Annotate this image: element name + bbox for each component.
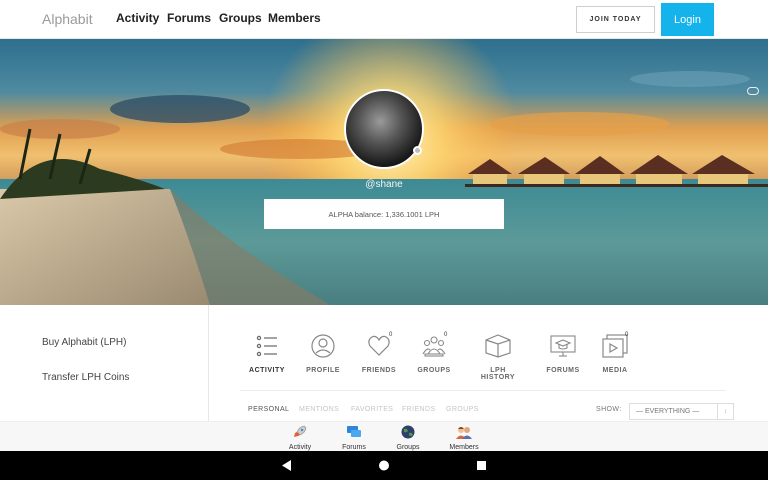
tab-label: PROFILE xyxy=(306,367,340,374)
tab-activity[interactable]: ACTIVITY xyxy=(242,334,292,374)
groups-icon xyxy=(422,336,446,357)
balance-box: ALPHA balance: 1,336.1001 LPH xyxy=(264,199,504,229)
login-button[interactable]: Login xyxy=(661,3,714,36)
site-logo[interactable]: Alphabit xyxy=(42,11,93,27)
top-navbar: Alphabit Activity Forums Groups Members … xyxy=(0,0,768,39)
globe-icon xyxy=(401,425,415,439)
tab-label: FRIENDS xyxy=(361,367,397,374)
bottom-nav-activity[interactable]: Activity xyxy=(275,425,325,451)
subtab-favorites[interactable]: FAVORITES xyxy=(351,406,393,413)
select-value: — EVERYTHING — xyxy=(636,408,700,415)
divider xyxy=(208,305,209,422)
friends-count: 0 xyxy=(389,332,393,338)
recents-icon[interactable] xyxy=(477,461,486,470)
subtab-groups[interactable]: GROUPS xyxy=(446,406,479,413)
system-nav-icons xyxy=(282,460,486,471)
box-icon xyxy=(485,334,511,358)
nav-activity[interactable]: Activity xyxy=(116,11,159,25)
cover-toggle-icon[interactable] xyxy=(747,87,759,95)
tab-label: ACTIVITY xyxy=(249,367,285,374)
join-today-button[interactable]: JOIN TODAY xyxy=(576,6,655,33)
subtab-friends[interactable]: FRIENDS xyxy=(402,406,436,413)
tab-groups[interactable]: 0 GROUPS xyxy=(409,332,459,374)
tab-label: LPH HISTORY xyxy=(480,367,516,381)
sidebar-transfer-coins[interactable]: Transfer LPH Coins xyxy=(42,372,129,383)
divider xyxy=(240,390,726,391)
bottom-nav-members[interactable]: Members xyxy=(439,425,489,451)
bottom-nav-label: Forums xyxy=(342,444,366,451)
bottom-nav-label: Groups xyxy=(396,444,420,451)
forums-icon xyxy=(550,335,576,357)
tab-media[interactable]: 0 MEDIA xyxy=(590,332,640,374)
avatar[interactable] xyxy=(344,89,424,169)
profile-icon xyxy=(311,334,335,358)
nav-forums[interactable]: Forums xyxy=(167,11,211,25)
subtab-mentions[interactable]: MENTIONS xyxy=(299,406,339,413)
home-icon[interactable] xyxy=(379,460,389,471)
activity-list-icon xyxy=(256,335,277,357)
chat-bubbles-icon xyxy=(347,426,361,437)
tab-profile[interactable]: PROFILE xyxy=(298,334,348,374)
tab-label: FORUMS xyxy=(546,367,580,374)
tab-forums[interactable]: FORUMS xyxy=(538,334,588,374)
show-filter-label: SHOW: xyxy=(596,406,622,413)
bottom-nav-forums[interactable]: Forums xyxy=(329,425,379,451)
cover-photo xyxy=(0,39,768,305)
heart-icon xyxy=(368,335,390,356)
select-arrows-icon: ↕ xyxy=(717,404,733,419)
media-count: 0 xyxy=(625,332,629,338)
tab-lph-history[interactable]: LPH HISTORY xyxy=(473,334,523,381)
bottom-nav-label: Members xyxy=(449,444,479,451)
sidebar-buy-alphabit[interactable]: Buy Alphabit (LPH) xyxy=(42,337,127,348)
subtab-personal[interactable]: PERSONAL xyxy=(248,406,289,413)
rocket-icon xyxy=(294,425,307,437)
android-nav-bar xyxy=(0,451,768,480)
people-icon xyxy=(456,427,472,439)
bottom-nav-label: Activity xyxy=(288,444,312,451)
tab-label: MEDIA xyxy=(602,367,628,374)
nav-members[interactable]: Members xyxy=(268,11,321,25)
groups-count: 0 xyxy=(444,332,448,338)
username: @shane xyxy=(365,179,403,190)
bottom-tab-bar: Activity Forums Groups Members xyxy=(0,421,768,451)
online-status-icon xyxy=(413,146,422,155)
nav-groups[interactable]: Groups xyxy=(219,11,262,25)
tab-label: GROUPS xyxy=(417,367,451,374)
tab-friends[interactable]: 0 FRIENDS xyxy=(354,332,404,374)
activity-filter-select[interactable]: — EVERYTHING — ↕ xyxy=(629,403,734,420)
bottom-nav-groups[interactable]: Groups xyxy=(383,425,433,451)
beach-sunset-image xyxy=(0,39,768,305)
back-icon[interactable] xyxy=(282,460,291,471)
